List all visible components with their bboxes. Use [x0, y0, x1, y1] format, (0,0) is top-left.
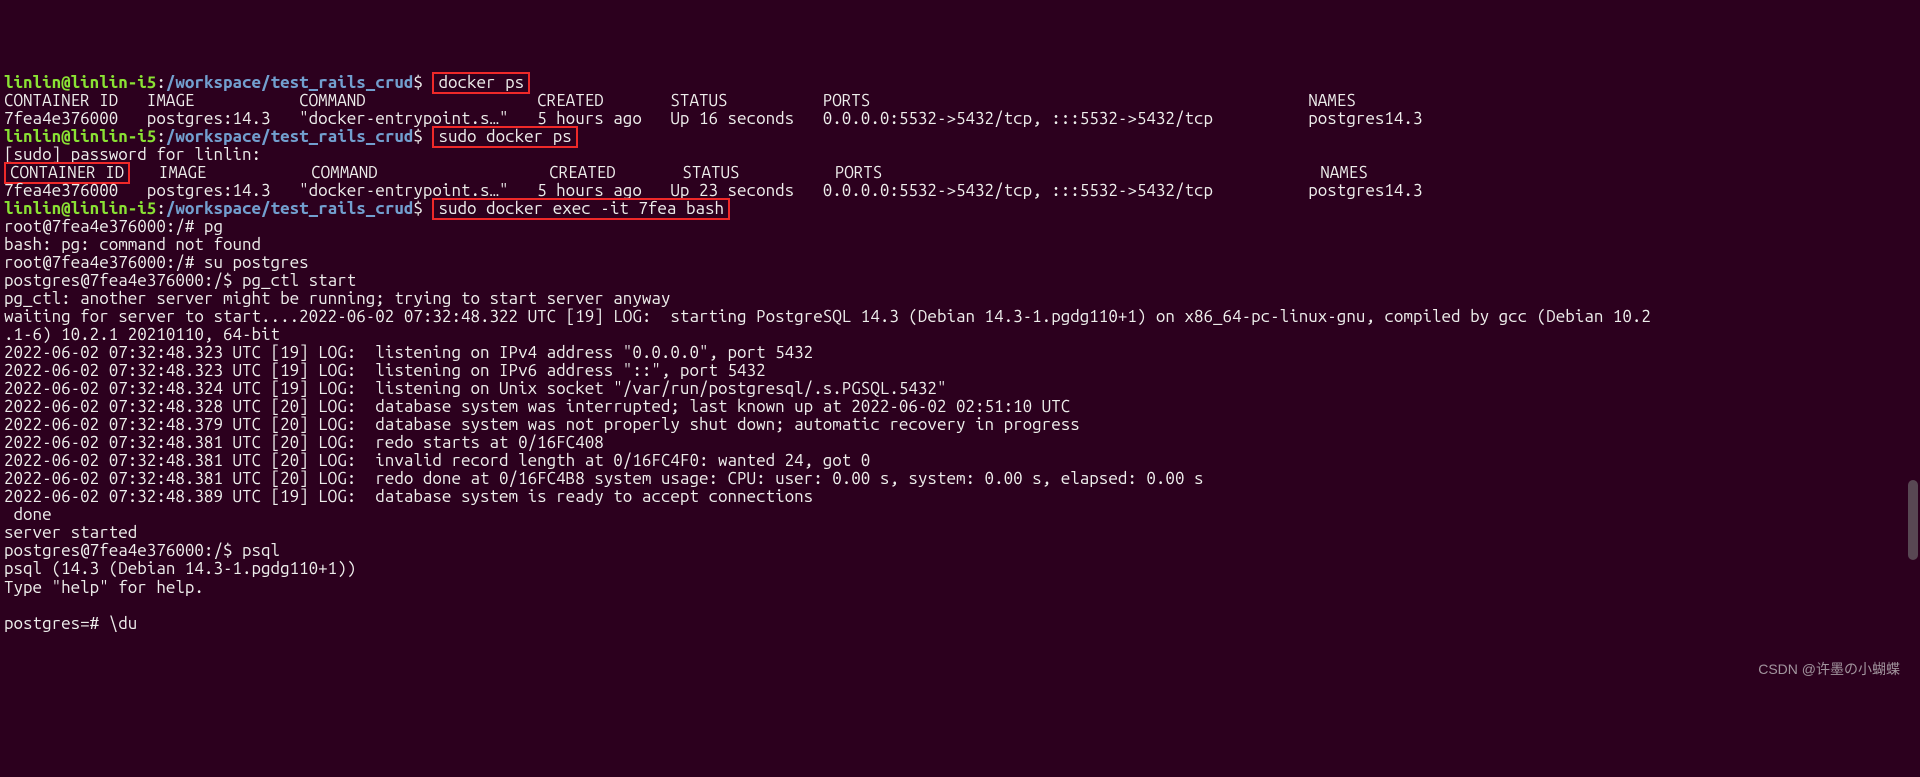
log-line: pg_ctl: another server might be running;…: [4, 289, 670, 308]
docker-ps-row: 7fea4e376000 postgres:14.3 "docker-entry…: [4, 109, 1422, 128]
watermark: CSDN @许墨の小蝴蝶: [1758, 662, 1900, 677]
log-line: 2022-06-02 07:32:48.381 UTC [20] LOG: in…: [4, 451, 870, 470]
log-line: server started: [4, 523, 137, 542]
prompt-colon: :: [156, 199, 166, 218]
log-line: 2022-06-02 07:32:48.381 UTC [20] LOG: re…: [4, 433, 604, 452]
log-line: bash: pg: command not found: [4, 235, 261, 254]
log-line: .1-6) 10.2.1 20210110, 64-bit: [4, 325, 280, 344]
prompt-dollar: $: [413, 73, 423, 92]
log-line: root@7fea4e376000:/# pg: [4, 217, 223, 236]
log-line: 2022-06-02 07:32:48.323 UTC [19] LOG: li…: [4, 343, 813, 362]
log-line: psql (14.3 (Debian 14.3-1.pgdg110+1)): [4, 559, 356, 578]
terminal[interactable]: linlin@linlin-i5:/workspace/test_rails_c…: [0, 72, 1920, 632]
log-line: done: [4, 505, 52, 524]
prompt-dollar: $: [413, 199, 423, 218]
highlight-cmd-docker-exec: sudo docker exec -it 7fea bash: [432, 198, 730, 220]
prompt-user: linlin@linlin-i5: [4, 199, 156, 218]
prompt-user: linlin@linlin-i5: [4, 73, 156, 92]
log-line: postgres@7fea4e376000:/$ pg_ctl start: [4, 271, 356, 290]
prompt-path: /workspace/test_rails_crud: [166, 127, 414, 146]
prompt-colon: :: [156, 127, 166, 146]
prompt-dollar: $: [413, 127, 423, 146]
log-line: 2022-06-02 07:32:48.323 UTC [19] LOG: li…: [4, 361, 766, 380]
log-line: 2022-06-02 07:32:48.381 UTC [20] LOG: re…: [4, 469, 1204, 488]
highlight-cmd-sudo-docker-ps: sudo docker ps: [432, 126, 577, 148]
prompt-path: /workspace/test_rails_crud: [166, 73, 414, 92]
prompt-path: /workspace/test_rails_crud: [166, 199, 414, 218]
scrollbar-thumb[interactable]: [1908, 480, 1918, 560]
docker-ps-header-rest: IMAGE COMMAND CREATED STATUS PORTS NAMES: [130, 163, 1368, 182]
log-line: Type "help" for help.: [4, 578, 204, 597]
log-line: 2022-06-02 07:32:48.389 UTC [19] LOG: da…: [4, 487, 813, 506]
log-line: 2022-06-02 07:32:48.328 UTC [20] LOG: da…: [4, 397, 1070, 416]
prompt-colon: :: [156, 73, 166, 92]
log-line: postgres@7fea4e376000:/$ psql: [4, 541, 280, 560]
log-line: root@7fea4e376000:/# su postgres: [4, 253, 309, 272]
prompt-user: linlin@linlin-i5: [4, 127, 156, 146]
docker-ps-header: CONTAINER ID IMAGE COMMAND CREATED STATU…: [4, 91, 1356, 110]
log-line: 2022-06-02 07:32:48.324 UTC [19] LOG: li…: [4, 379, 946, 398]
log-line: 2022-06-02 07:32:48.379 UTC [20] LOG: da…: [4, 415, 1080, 434]
log-line: postgres=# \du: [4, 614, 137, 633]
log-line: waiting for server to start....2022-06-0…: [4, 307, 1651, 326]
